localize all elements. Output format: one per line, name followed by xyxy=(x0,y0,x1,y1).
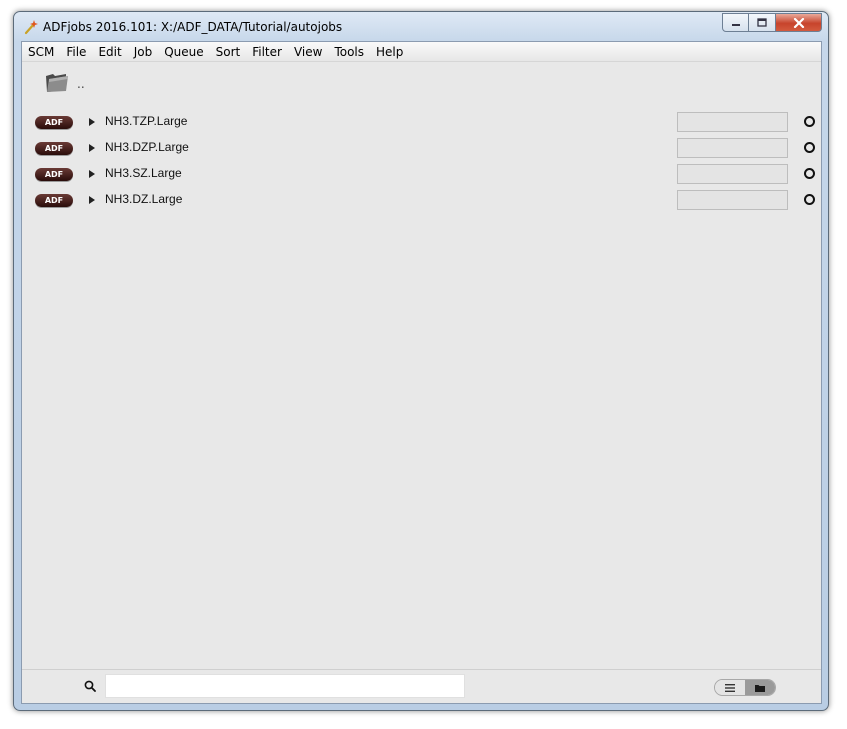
folder-view-button[interactable] xyxy=(745,680,775,695)
window-title: ADFjobs 2016.101: X:/ADF_DATA/Tutorial/a… xyxy=(43,20,343,34)
adf-badge[interactable]: ADF xyxy=(35,168,73,181)
menu-filter[interactable]: Filter xyxy=(246,42,288,62)
triangle-right-icon[interactable] xyxy=(89,170,95,178)
adf-badge[interactable]: ADF xyxy=(35,142,73,155)
menu-job[interactable]: Job xyxy=(128,42,159,62)
triangle-right-icon[interactable] xyxy=(89,144,95,152)
maximize-button[interactable] xyxy=(749,13,776,32)
job-status-field xyxy=(677,112,788,132)
job-status-field xyxy=(677,164,788,184)
close-icon xyxy=(793,17,804,28)
menu-scm[interactable]: SCM xyxy=(22,42,60,62)
adf-badge[interactable]: ADF xyxy=(35,194,73,207)
menu-sort[interactable]: Sort xyxy=(210,42,247,62)
job-status-field xyxy=(677,138,788,158)
job-name[interactable]: NH3.TZP.Large xyxy=(105,114,187,128)
job-row[interactable]: ADF NH3.DZP.Large xyxy=(22,137,823,163)
list-view-button[interactable] xyxy=(715,680,745,695)
job-status-field xyxy=(677,190,788,210)
bottom-toolbar xyxy=(22,669,821,703)
parent-directory-label: .. xyxy=(77,77,85,91)
job-row[interactable]: ADF NH3.DZ.Large xyxy=(22,189,823,215)
menu-queue[interactable]: Queue xyxy=(158,42,209,62)
maximize-icon xyxy=(757,18,767,27)
ring-icon[interactable] xyxy=(804,168,815,179)
ring-icon[interactable] xyxy=(804,116,815,127)
ring-icon[interactable] xyxy=(804,194,815,205)
magnifier-icon xyxy=(84,680,96,692)
menu-file[interactable]: File xyxy=(60,42,92,62)
menu-tools[interactable]: Tools xyxy=(328,42,370,62)
minimize-button[interactable] xyxy=(722,13,749,32)
job-name[interactable]: NH3.DZ.Large xyxy=(105,192,182,206)
app-window: ADFjobs 2016.101: X:/ADF_DATA/Tutorial/a… xyxy=(13,11,829,711)
view-mode-toggle xyxy=(714,679,776,696)
close-button[interactable] xyxy=(776,13,822,32)
menu-view[interactable]: View xyxy=(288,42,328,62)
job-row[interactable]: ADF NH3.TZP.Large xyxy=(22,111,823,137)
menu-edit[interactable]: Edit xyxy=(92,42,127,62)
triangle-right-icon[interactable] xyxy=(89,196,95,204)
job-name[interactable]: NH3.DZP.Large xyxy=(105,140,189,154)
wand-icon xyxy=(24,20,38,35)
menu-help[interactable]: Help xyxy=(370,42,409,62)
job-row[interactable]: ADF NH3.SZ.Large xyxy=(22,163,823,189)
minimize-icon xyxy=(731,23,740,26)
search-input[interactable] xyxy=(105,674,465,698)
title-bar[interactable]: ADFjobs 2016.101: X:/ADF_DATA/Tutorial/a… xyxy=(14,12,828,42)
adf-badge[interactable]: ADF xyxy=(35,116,73,129)
ring-icon[interactable] xyxy=(804,142,815,153)
job-name[interactable]: NH3.SZ.Large xyxy=(105,166,182,180)
triangle-right-icon[interactable] xyxy=(89,118,95,126)
folder-icon xyxy=(46,74,68,92)
list-icon xyxy=(725,683,735,692)
menu-bar: SCM File Edit Job Queue Sort Filter View… xyxy=(22,42,821,62)
folder-icon xyxy=(755,684,765,692)
window-controls xyxy=(722,13,822,33)
client-area: SCM File Edit Job Queue Sort Filter View… xyxy=(21,41,822,704)
